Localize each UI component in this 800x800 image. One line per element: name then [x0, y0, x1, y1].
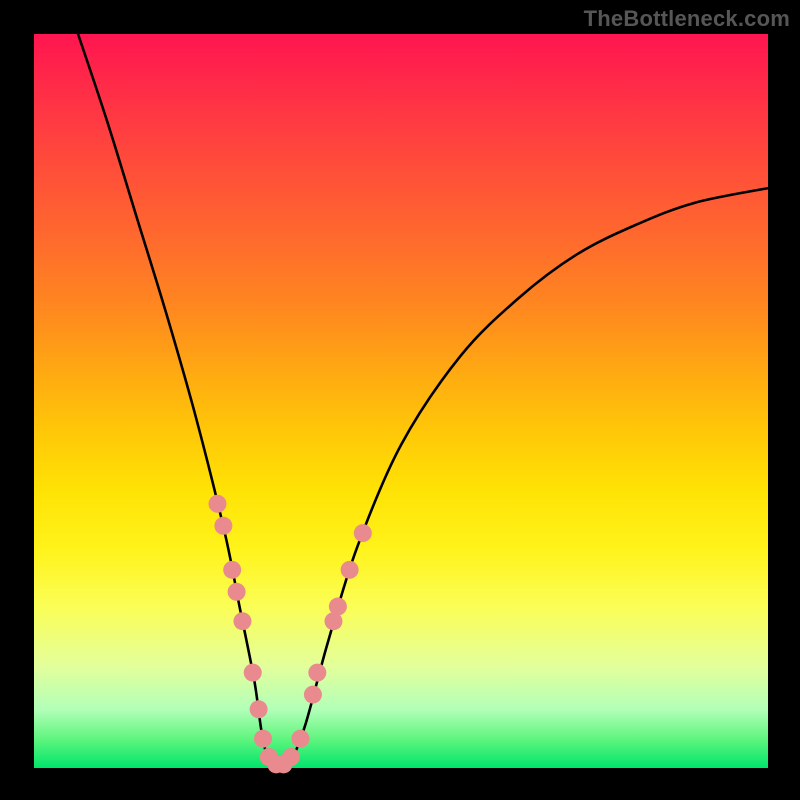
marker-point — [244, 664, 262, 682]
marker-point — [209, 495, 227, 513]
marker-point — [291, 730, 309, 748]
plot-area — [34, 34, 768, 768]
curve-layer — [34, 34, 768, 768]
marker-point — [304, 686, 322, 704]
marker-point — [214, 517, 232, 535]
marker-point — [341, 561, 359, 579]
marker-point — [250, 700, 268, 718]
marker-point — [308, 664, 326, 682]
marker-point — [354, 524, 372, 542]
marker-point — [228, 583, 246, 601]
watermark-text: TheBottleneck.com — [584, 6, 790, 32]
marker-group — [209, 495, 372, 774]
bottleneck-curve — [78, 34, 768, 768]
chart-container: TheBottleneck.com — [0, 0, 800, 800]
marker-point — [254, 730, 272, 748]
marker-point — [282, 748, 300, 766]
marker-point — [233, 612, 251, 630]
marker-point — [223, 561, 241, 579]
marker-point — [329, 598, 347, 616]
